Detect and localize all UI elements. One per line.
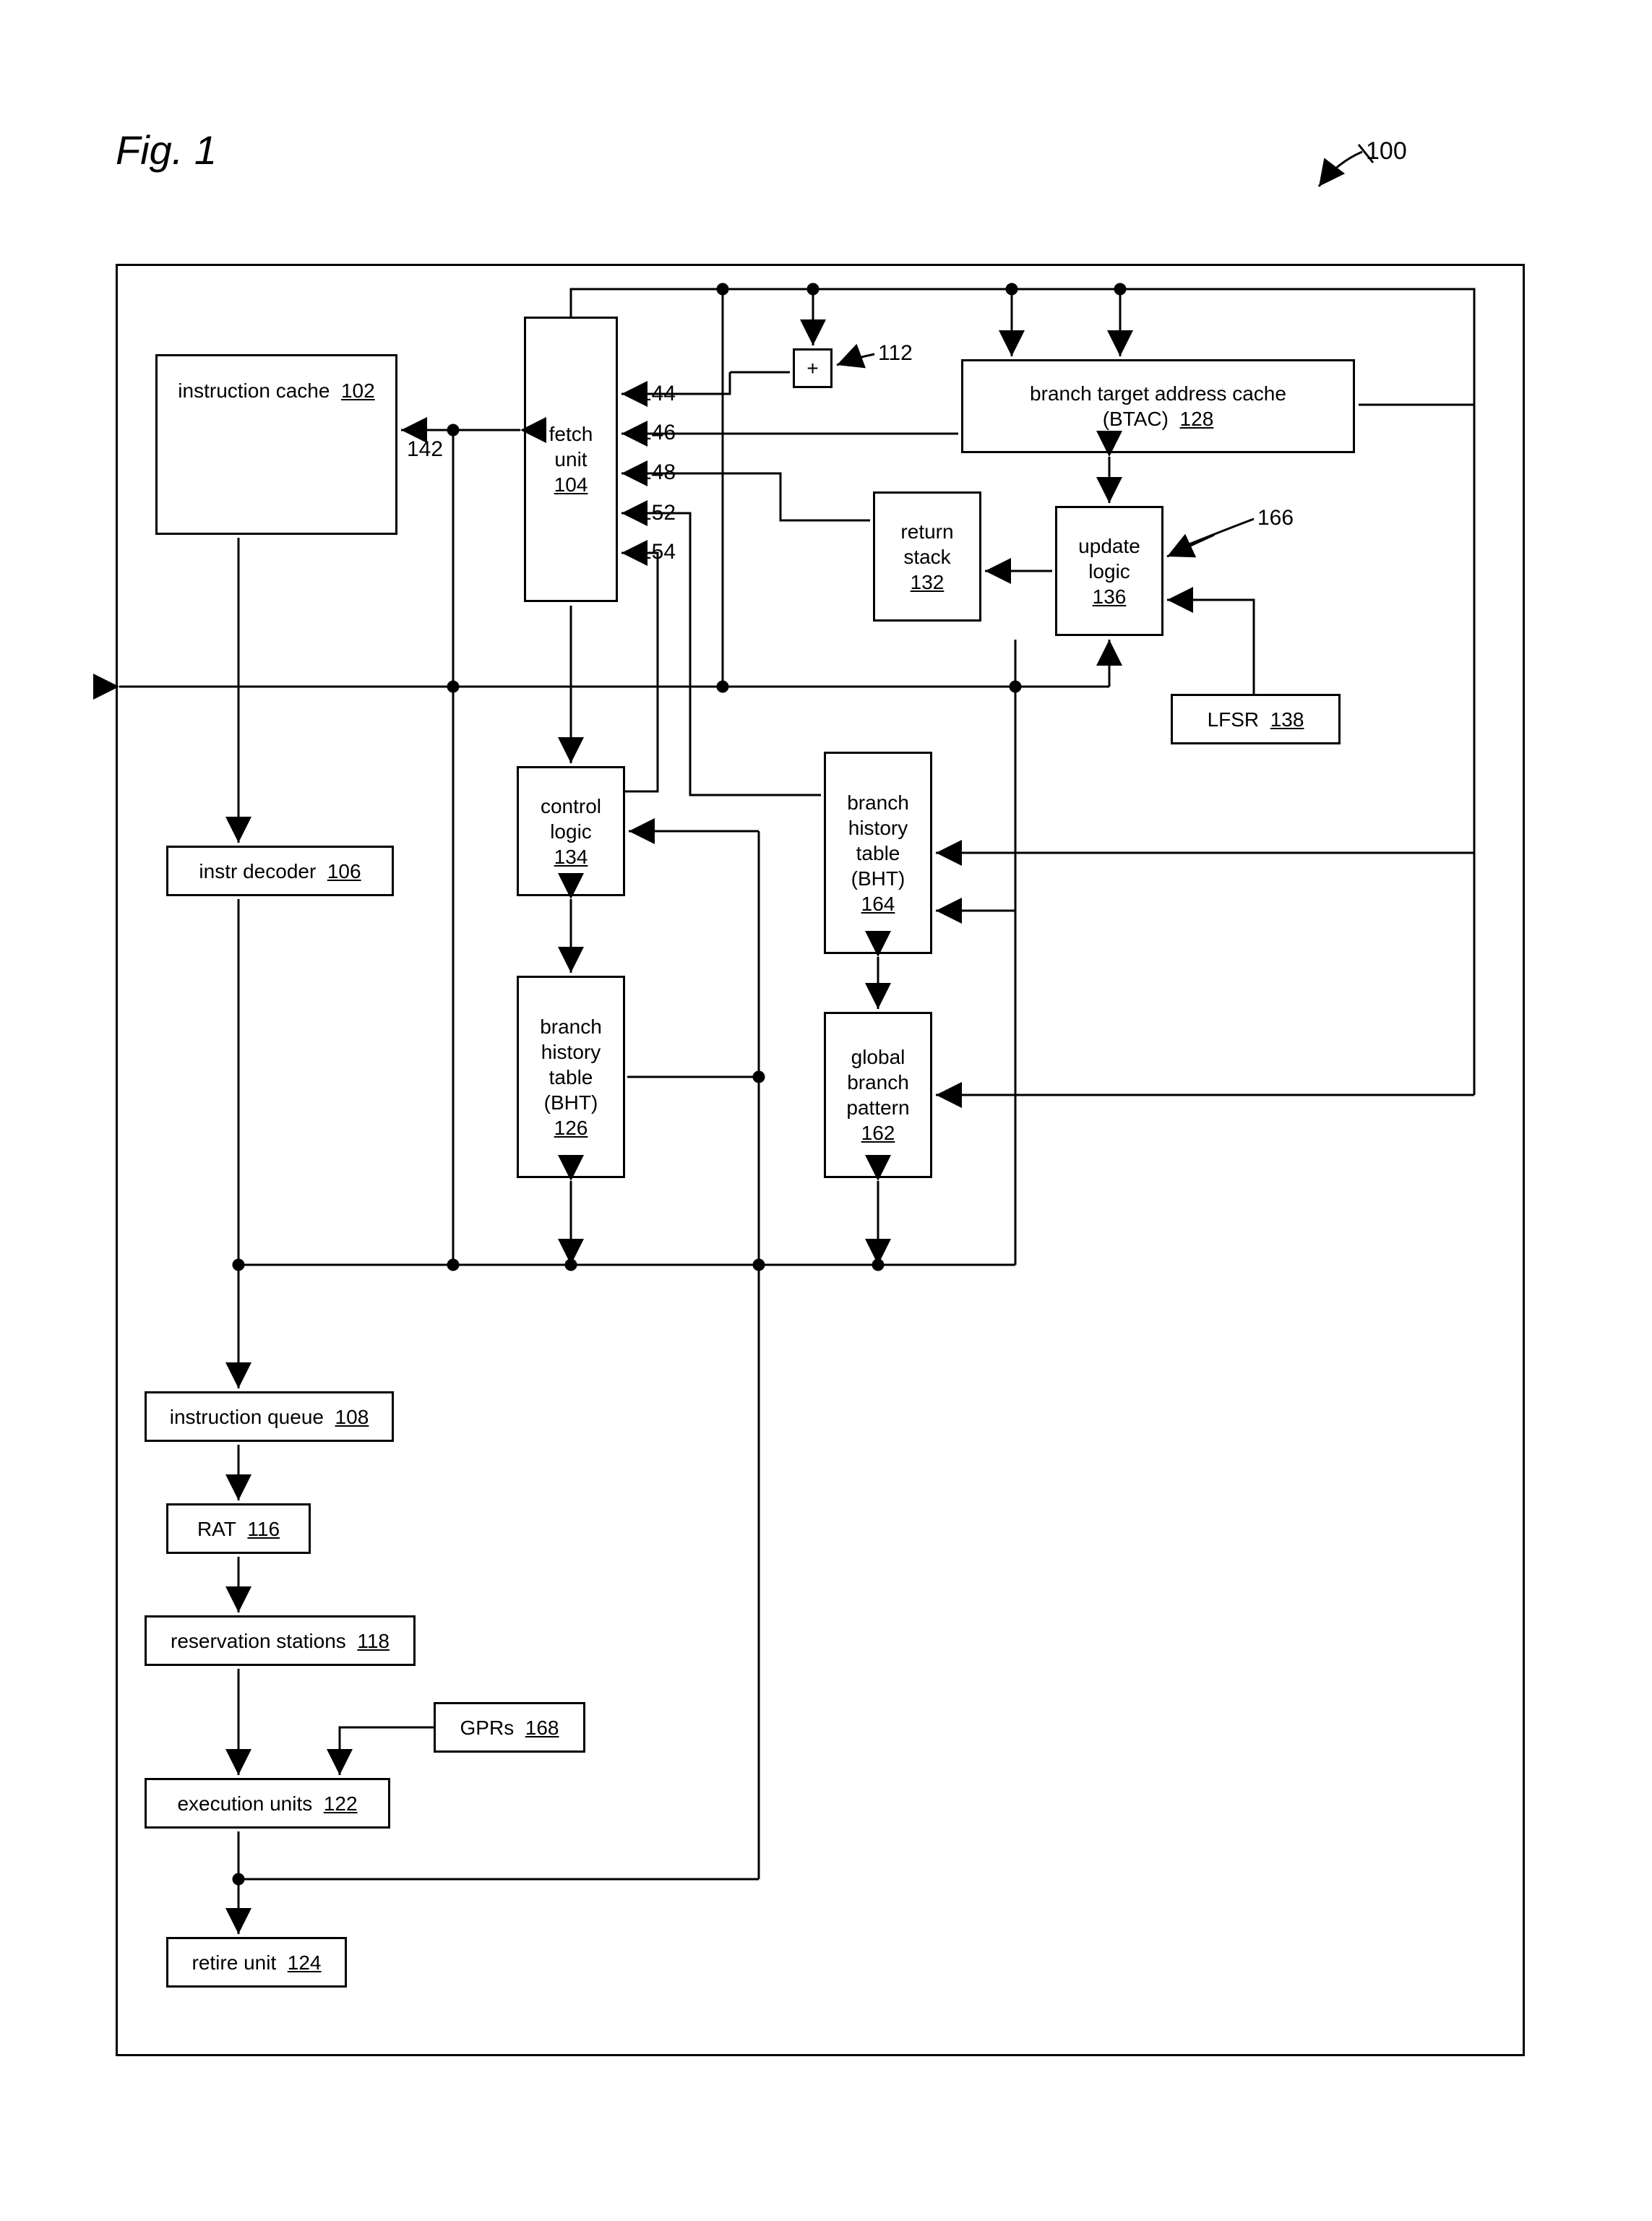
instruction-queue: instruction queue 108 — [145, 1391, 394, 1442]
ann-152: 152 — [640, 501, 676, 525]
ann-112: 112 — [878, 341, 913, 366]
ann-144: 144 — [640, 382, 676, 406]
lfsr: LFSR 138 — [1171, 694, 1341, 744]
gprs: GPRs 168 — [434, 1702, 585, 1753]
retire-unit: retire unit 124 — [166, 1937, 347, 1988]
instr-decoder: instr decoder 106 — [166, 846, 394, 896]
ann-142: 142 — [407, 437, 443, 462]
control-logic: control logic 134 — [517, 766, 625, 896]
adder-block: + — [793, 348, 833, 388]
ann-166: 166 — [1257, 506, 1294, 530]
execution-units: execution units 122 — [145, 1778, 390, 1829]
reservation-stations: reservation stations 118 — [145, 1615, 416, 1666]
update-logic: update logic 136 — [1055, 506, 1163, 636]
ann-148: 148 — [640, 460, 676, 485]
ref-100: 100 — [1366, 137, 1407, 166]
fetch-unit: fetch unit 104 — [524, 317, 618, 602]
instruction-cache: instruction cache 102 — [155, 354, 397, 535]
global-branch-pattern: global branch pattern 162 — [824, 1012, 932, 1178]
ann-146: 146 — [640, 421, 676, 445]
bht-164: branch history table (BHT) 164 — [824, 752, 932, 954]
bht-126: branch history table (BHT) 126 — [517, 976, 625, 1178]
return-stack: return stack 132 — [873, 491, 981, 622]
rat: RAT 116 — [166, 1503, 311, 1554]
btac: branch target address cache (BTAC) 128 — [961, 359, 1355, 453]
figure-label: Fig. 1 — [116, 126, 217, 173]
ann-154: 154 — [640, 540, 676, 564]
